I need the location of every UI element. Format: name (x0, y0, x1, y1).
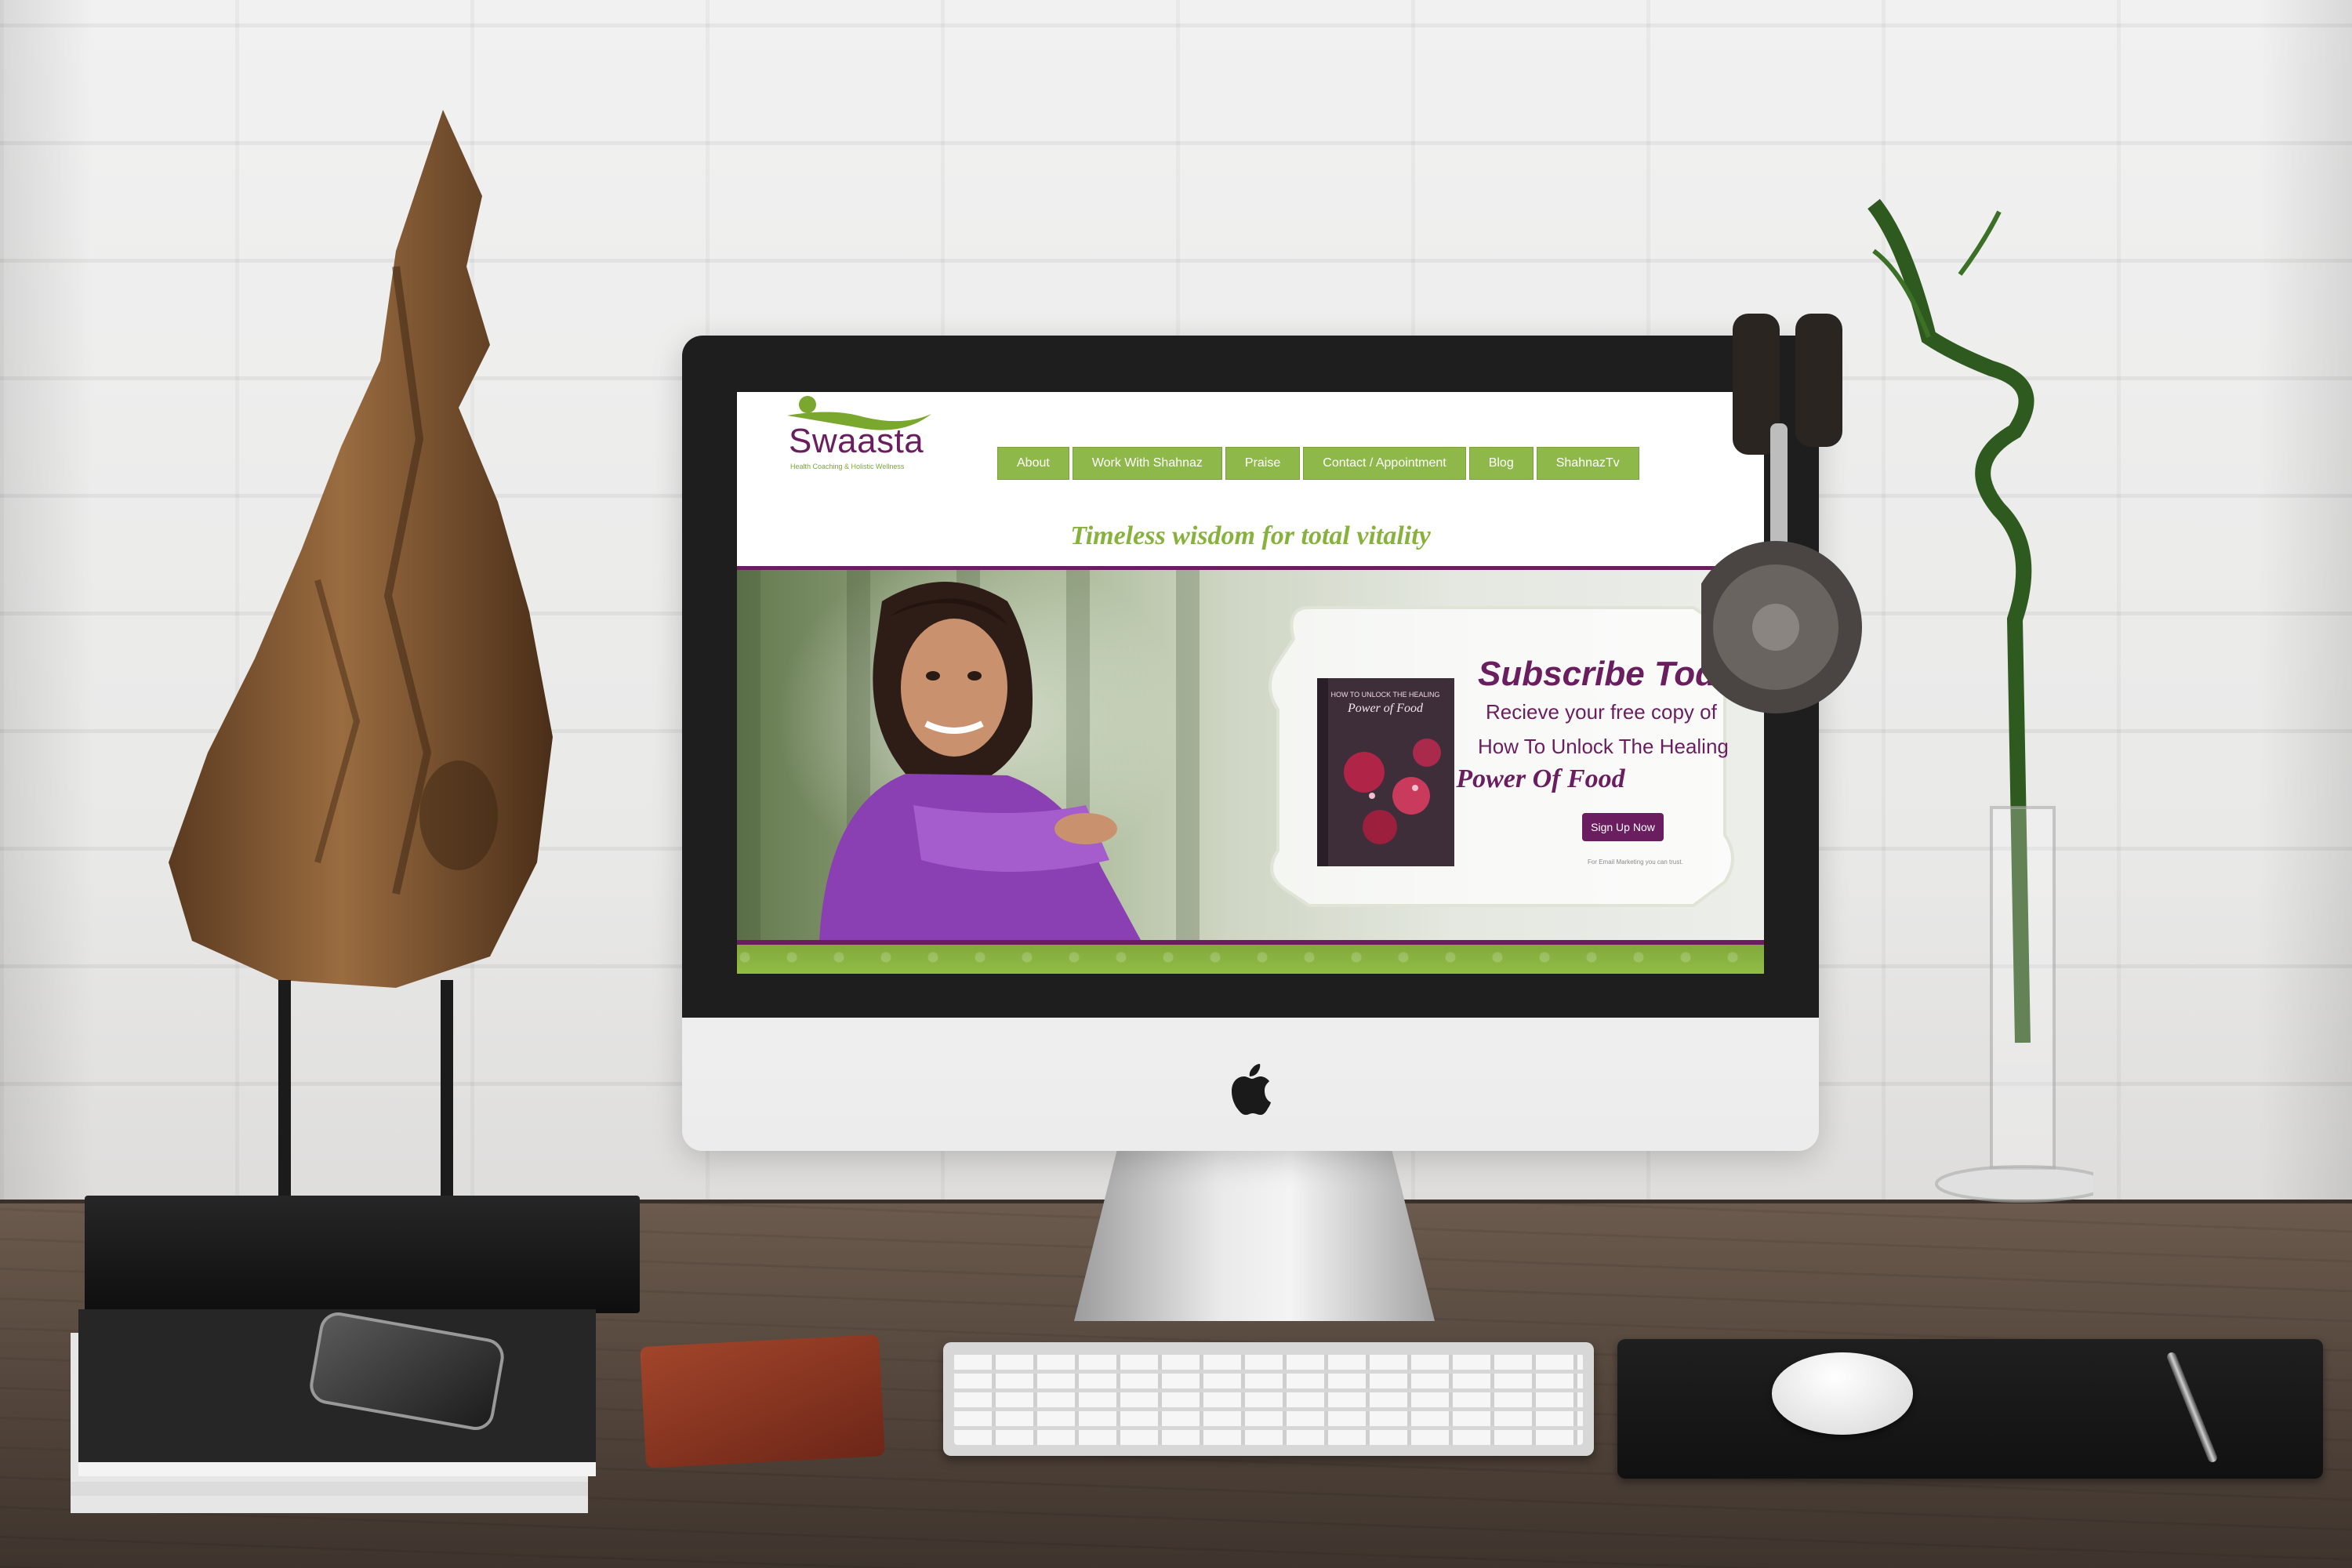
site-tagline: Timeless wisdom for total vitality (1070, 521, 1431, 550)
computer-stand (1074, 1149, 1435, 1321)
subscribe-line-1: Recieve your free copy of (1486, 700, 1717, 724)
ebook-title-top: HOW TO UNLOCK THE HEALING (1330, 691, 1440, 699)
sign-up-button[interactable]: Sign Up Now (1582, 813, 1664, 841)
nav-about[interactable]: About (997, 447, 1069, 480)
footer-band-rule (737, 940, 1764, 945)
mouse (1772, 1352, 1913, 1435)
subscribe-line-3: Power Of Food (1456, 764, 1625, 793)
decorative-footer-band (737, 940, 1764, 974)
wall-shadow-right (2258, 0, 2352, 1203)
nav-shahnaztv[interactable]: ShahnazTv (1536, 447, 1639, 480)
nav-contact-appointment[interactable]: Contact / Appointment (1303, 447, 1466, 480)
subscribe-fineprint: For Email Marketing you can trust. (1588, 858, 1683, 866)
main-nav: About Work With Shahnaz Praise Contact /… (997, 447, 1639, 480)
headphones (1701, 314, 1862, 713)
nav-blog[interactable]: Blog (1468, 447, 1534, 480)
bamboo-vase (1867, 198, 2093, 1203)
website-screen: Swaasta Health Coaching & Holistic Welln… (737, 392, 1764, 974)
site-header: Swaasta Health Coaching & Holistic Welln… (737, 392, 1764, 480)
keyboard (943, 1342, 1594, 1456)
keyboard-keys (954, 1353, 1583, 1445)
ebook-title-main: Power of Food (1348, 702, 1423, 715)
hero-banner: HOW TO UNLOCK THE HEALING Power of Food … (737, 570, 1764, 940)
logo-tagline: Health Coaching & Holistic Wellness (790, 463, 905, 470)
desktop-computer: Swaasta Health Coaching & Holistic Welln… (682, 336, 1819, 1151)
subscribe-line-2: How To Unlock The Healing (1478, 735, 1729, 758)
nav-work-with-shahnaz[interactable]: Work With Shahnaz (1072, 447, 1222, 480)
hero-portrait (819, 582, 1141, 940)
driftwood-sculpture (169, 110, 553, 988)
apple-logo-icon (1232, 1064, 1271, 1115)
logo-wordmark: Swaasta (789, 422, 924, 460)
site-logo[interactable]: Swaasta Health Coaching & Holistic Welln… (786, 392, 935, 478)
desk-scene: Swaasta Health Coaching & Holistic Welln… (0, 0, 2352, 1568)
passport (640, 1334, 885, 1468)
sculpture-leg (441, 980, 453, 1207)
subscribe-heading: Subscribe Toda (1478, 655, 1736, 693)
nav-praise[interactable]: Praise (1225, 447, 1301, 480)
subscribe-card: HOW TO UNLOCK THE HEALING Power of Food … (1262, 592, 1740, 921)
wall-shadow-left (0, 0, 94, 1203)
sculpture-leg (278, 980, 291, 1207)
